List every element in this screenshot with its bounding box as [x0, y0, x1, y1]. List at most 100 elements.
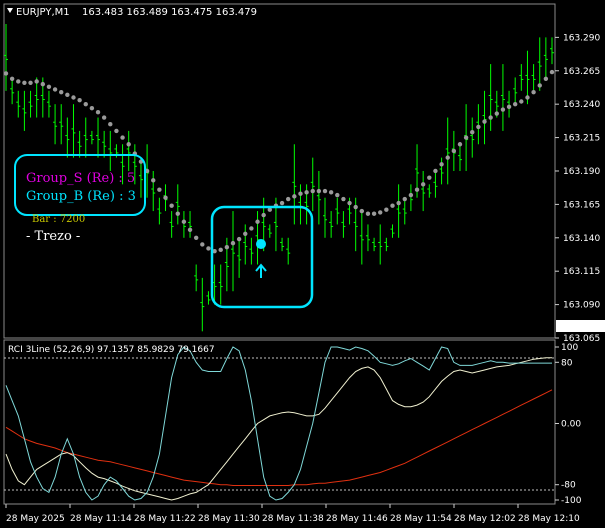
- price-label: 163.265: [563, 67, 600, 77]
- ma-dot: [304, 190, 309, 195]
- ma-dot: [101, 115, 107, 120]
- ma-dot: [371, 211, 377, 216]
- ma-dot: [316, 188, 322, 194]
- ma-dot: [427, 175, 432, 180]
- ma-dot: [365, 211, 371, 216]
- time-label: 28 May 11:54: [390, 514, 452, 524]
- ma-dot: [261, 212, 266, 218]
- ma-dot: [408, 192, 414, 198]
- current-price-box: [556, 320, 605, 332]
- ma-dot: [151, 178, 156, 183]
- ma-dot: [71, 95, 76, 100]
- ma-dot: [298, 191, 303, 196]
- ma-dot: [341, 196, 346, 202]
- ma-dot: [236, 236, 242, 242]
- indicator-panel-frame: [3, 339, 556, 505]
- ma-dot: [488, 115, 493, 120]
- group-b-label: Group_B (Re) : 3: [26, 189, 136, 204]
- ma-dot: [16, 79, 21, 84]
- ma-dot: [243, 231, 248, 236]
- rci-label: 0.00: [561, 420, 581, 430]
- ma-dot: [181, 219, 187, 224]
- ma-dot: [193, 235, 199, 240]
- ma-dot: [470, 130, 475, 135]
- ma-dot: [506, 104, 512, 110]
- ma-dot: [378, 210, 383, 215]
- ma-dot: [420, 182, 426, 187]
- arrow-up-icon: [255, 263, 267, 278]
- price-axis: 163.290 163.265 163.240 163.215 163.190 163.1…: [555, 33, 600, 344]
- ma-dot: [433, 168, 438, 174]
- ma-dot: [353, 204, 358, 210]
- ma-dot: [451, 148, 457, 154]
- ma-dot: [206, 246, 211, 251]
- ma-dot: [120, 135, 125, 140]
- time-label: 28 May 11:22: [134, 514, 196, 524]
- time-label: 28 May 11:30: [198, 514, 260, 524]
- ohlc-values: 163.483 163.489 163.475 163.479: [82, 7, 257, 18]
- ma-dot: [286, 196, 291, 202]
- rci-short-line: [5, 346, 552, 501]
- bar-count-label: Bar : 7200: [32, 214, 85, 225]
- ma-dot: [218, 247, 223, 253]
- ma-dot: [414, 187, 420, 192]
- trezo-label: - Trezo -: [26, 229, 80, 244]
- price-label: 163.140: [563, 234, 600, 244]
- ma-dot: [89, 105, 95, 111]
- rci-label: 80: [561, 358, 573, 368]
- ma-dot: [396, 200, 401, 206]
- ma-dot: [439, 162, 444, 167]
- ma-dot: [457, 142, 463, 147]
- rci-label: 100: [561, 343, 578, 353]
- rci-label: -80: [561, 481, 576, 491]
- ma-dot: [52, 87, 58, 92]
- ma-dot: [494, 111, 499, 116]
- triangle-down-icon[interactable]: [7, 8, 13, 13]
- ma-dot: [390, 203, 395, 208]
- ma-dot: [9, 76, 15, 81]
- indicator-title: RCI 3Line (52,26,9) 97.1357 85.9829 79.1…: [8, 345, 215, 355]
- ma-dot: [83, 101, 88, 107]
- ma-dot: [525, 95, 530, 100]
- time-label: 28 May 11:38: [262, 514, 324, 524]
- time-label: 28 May 2025: [6, 514, 65, 524]
- ma-dot: [359, 208, 365, 214]
- rci-label: -100: [561, 496, 582, 506]
- ma-dot: [157, 187, 162, 192]
- ma-dot: [310, 188, 315, 194]
- ma-dot: [40, 81, 46, 87]
- price-label: 163.090: [563, 301, 600, 311]
- trading-chart[interactable]: 163.290 163.265 163.240 163.215 163.190 163.1…: [0, 0, 605, 528]
- price-label: 163.240: [563, 100, 600, 110]
- ma-dot: [500, 107, 506, 112]
- rci-long-line: [5, 389, 553, 486]
- symbol-timeframe: EURJPY,M1: [16, 7, 70, 18]
- price-label: 163.190: [563, 167, 600, 177]
- time-label: 28 May 11:46: [326, 514, 388, 524]
- ma-dot: [519, 99, 524, 104]
- ma-dot: [482, 119, 487, 124]
- ma-dot: [175, 211, 180, 216]
- group-s-label: Group_S (Re) : 5: [26, 171, 135, 186]
- ma-dot: [328, 190, 334, 195]
- ma-dot: [531, 89, 536, 95]
- ma-dot: [46, 84, 52, 90]
- ma-dot: [126, 142, 131, 147]
- ma-dot: [163, 195, 168, 200]
- time-label: 28 May 12:02: [454, 514, 516, 524]
- ma-dot: [224, 244, 230, 250]
- ma-dot: [95, 109, 101, 115]
- ma-dot: [537, 83, 542, 88]
- ma-dot: [230, 240, 236, 246]
- time-label: 28 May 12:10: [518, 514, 580, 524]
- ma-dot: [169, 203, 174, 208]
- ma-dot: [549, 69, 555, 75]
- ma-dot: [279, 200, 285, 206]
- ma-dot: [59, 89, 64, 95]
- time-label: 28 May 11:14: [70, 514, 132, 524]
- price-label: 163.290: [563, 33, 600, 43]
- ma-dot: [114, 128, 119, 134]
- ma-dot: [543, 76, 549, 81]
- ma-dot: [402, 196, 407, 202]
- ma-dot: [34, 79, 39, 84]
